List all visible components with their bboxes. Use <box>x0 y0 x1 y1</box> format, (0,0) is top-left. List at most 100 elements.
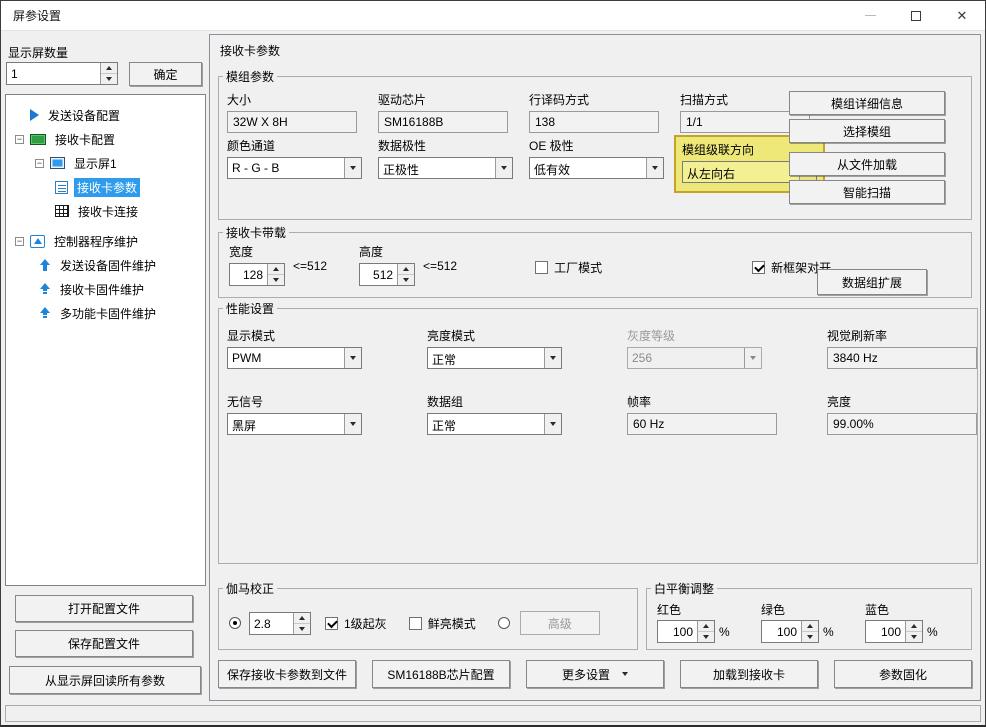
collapse-expander-icon[interactable]: − <box>35 159 44 168</box>
main-panel: 接收卡参数 模组参数 大小 32W X 8H 驱动芯片 SM16188B 行译码… <box>209 34 981 701</box>
gamma-value[interactable]: 2.8 <box>250 613 293 634</box>
chevron-down-icon[interactable] <box>344 414 361 434</box>
module-params-legend: 模组参数 <box>223 68 277 85</box>
load-to-receiver-card-button[interactable]: 加载到接收卡 <box>680 660 818 688</box>
tree-item-label: 多功能卡固件维护 <box>57 304 159 323</box>
gamma-legend: 伽马校正 <box>223 580 277 597</box>
title-bar: 屏参设置 ✕ <box>1 1 985 31</box>
tree-item-display-screen-1[interactable]: − 显示屏1 <box>6 151 205 175</box>
screen-count-stepper[interactable]: 1 <box>6 62 118 85</box>
tree-item-label: 显示屏1 <box>71 154 120 173</box>
tree-item-receiver-card-config[interactable]: − 接收卡配置 <box>6 127 205 151</box>
white-balance-group: 白平衡调整 红色 100 % <box>646 580 972 650</box>
tree-item-receiver-card-firmware[interactable]: 接收卡固件维护 <box>6 277 205 301</box>
data-polarity-select[interactable]: 正极性 <box>378 157 513 179</box>
more-settings-button[interactable]: 更多设置 <box>526 660 664 688</box>
load-from-file-button[interactable]: 从文件加载 <box>789 152 945 176</box>
green-value[interactable]: 100 <box>762 621 801 642</box>
spin-up-button[interactable] <box>268 264 284 274</box>
readback-all-params-button[interactable]: 从显示屏回读所有参数 <box>9 666 201 694</box>
smart-scan-button[interactable]: 智能扫描 <box>789 180 945 204</box>
height-hint: <=512 <box>423 243 457 273</box>
chevron-down-icon[interactable] <box>495 158 512 178</box>
green-stepper[interactable]: 100 <box>761 620 819 643</box>
spin-down-button[interactable] <box>101 73 117 84</box>
grid-icon <box>55 205 69 217</box>
green-label: 绿色 <box>761 601 865 618</box>
size-label: 大小 <box>227 91 378 108</box>
spin-down-button[interactable] <box>268 274 284 285</box>
vivid-mode-checkbox[interactable]: 鲜亮模式 <box>409 615 476 632</box>
color-channel-select[interactable]: R - G - B <box>227 157 362 179</box>
select-module-button[interactable]: 选择模组 <box>789 119 945 143</box>
checkbox-icon <box>535 261 548 274</box>
tree-item-receiver-card-params[interactable]: 接收卡参数 <box>6 175 205 199</box>
close-button[interactable]: ✕ <box>939 1 985 30</box>
no-signal-select[interactable]: 黑屏 <box>227 413 362 435</box>
width-stepper[interactable]: 128 <box>229 263 285 286</box>
gray-start-checkbox[interactable]: 1级起灰 <box>325 615 387 632</box>
spin-down-button[interactable] <box>698 631 714 642</box>
chevron-down-icon <box>622 672 628 676</box>
red-stepper[interactable]: 100 <box>657 620 715 643</box>
collapse-expander-icon[interactable]: − <box>15 237 24 246</box>
screen-count-value[interactable]: 1 <box>7 63 100 84</box>
factory-mode-checkbox[interactable]: 工厂模式 <box>535 259 602 276</box>
spin-up-button[interactable] <box>698 621 714 631</box>
spin-up-button[interactable] <box>906 621 922 631</box>
spin-up-button[interactable] <box>294 613 310 623</box>
spin-up-icon <box>106 66 112 70</box>
width-value[interactable]: 128 <box>230 264 267 285</box>
spin-down-icon <box>106 77 112 81</box>
red-value[interactable]: 100 <box>658 621 697 642</box>
percent-label: % <box>823 625 834 639</box>
height-value[interactable]: 512 <box>360 264 397 285</box>
spin-up-button[interactable] <box>101 63 117 73</box>
chevron-down-icon[interactable] <box>344 348 361 368</box>
blue-value[interactable]: 100 <box>866 621 905 642</box>
chevron-down-icon <box>744 348 761 368</box>
save-params-to-file-button[interactable]: 保存接收卡参数到文件 <box>218 660 356 688</box>
tree-item-controller-maintenance[interactable]: − 控制器程序维护 <box>6 229 205 253</box>
data-group-expand-button[interactable]: 数据组扩展 <box>817 269 927 295</box>
spin-down-button[interactable] <box>398 274 414 285</box>
blue-stepper[interactable]: 100 <box>865 620 923 643</box>
tree-item-multifunction-card-firmware[interactable]: 多功能卡固件维护 <box>6 301 205 325</box>
percent-label: % <box>927 625 938 639</box>
tree-item-send-device-config[interactable]: 发送设备配置 <box>6 103 205 127</box>
tree-item-send-device-firmware[interactable]: 发送设备固件维护 <box>6 253 205 277</box>
chip-config-button[interactable]: SM16188B芯片配置 <box>372 660 510 688</box>
open-config-file-button[interactable]: 打开配置文件 <box>15 595 193 622</box>
oe-polarity-select[interactable]: 低有效 <box>529 157 664 179</box>
gamma-advanced-radio[interactable] <box>498 617 510 629</box>
spin-up-button[interactable] <box>398 264 414 274</box>
visual-refresh-field: 3840 Hz <box>827 347 977 369</box>
chevron-down-icon[interactable] <box>544 414 561 434</box>
module-details-button[interactable]: 模组详细信息 <box>789 91 945 115</box>
chevron-down-icon[interactable] <box>646 158 663 178</box>
confirm-button[interactable]: 确定 <box>129 62 202 86</box>
gamma-stepper[interactable]: 2.8 <box>249 612 311 635</box>
color-channel-label: 颜色通道 <box>227 137 378 154</box>
performance-legend: 性能设置 <box>223 300 277 317</box>
tree-item-receiver-card-connection[interactable]: 接收卡连接 <box>6 199 205 223</box>
solidify-params-button[interactable]: 参数固化 <box>834 660 972 688</box>
chevron-down-icon[interactable] <box>544 348 561 368</box>
spin-down-button[interactable] <box>906 631 922 642</box>
spin-down-button[interactable] <box>802 631 818 642</box>
maximize-button[interactable] <box>893 1 939 30</box>
config-tree: 发送设备配置 − 接收卡配置 − 显示屏1 接收卡参数 接收卡连接 − 控制器程… <box>5 94 206 586</box>
display-mode-select[interactable]: PWM <box>227 347 362 369</box>
play-icon <box>30 109 39 121</box>
chevron-down-icon[interactable] <box>344 158 361 178</box>
brightness-mode-value: 正常 <box>428 348 544 368</box>
height-stepper[interactable]: 512 <box>359 263 415 286</box>
brightness-mode-select[interactable]: 正常 <box>427 347 562 369</box>
data-group-select[interactable]: 正常 <box>427 413 562 435</box>
collapse-expander-icon[interactable]: − <box>15 135 24 144</box>
spin-up-button[interactable] <box>802 621 818 631</box>
tree-item-label-selected: 接收卡参数 <box>74 178 140 197</box>
save-config-file-button[interactable]: 保存配置文件 <box>15 630 193 657</box>
gamma-value-radio[interactable] <box>229 617 241 629</box>
spin-down-button[interactable] <box>294 623 310 634</box>
